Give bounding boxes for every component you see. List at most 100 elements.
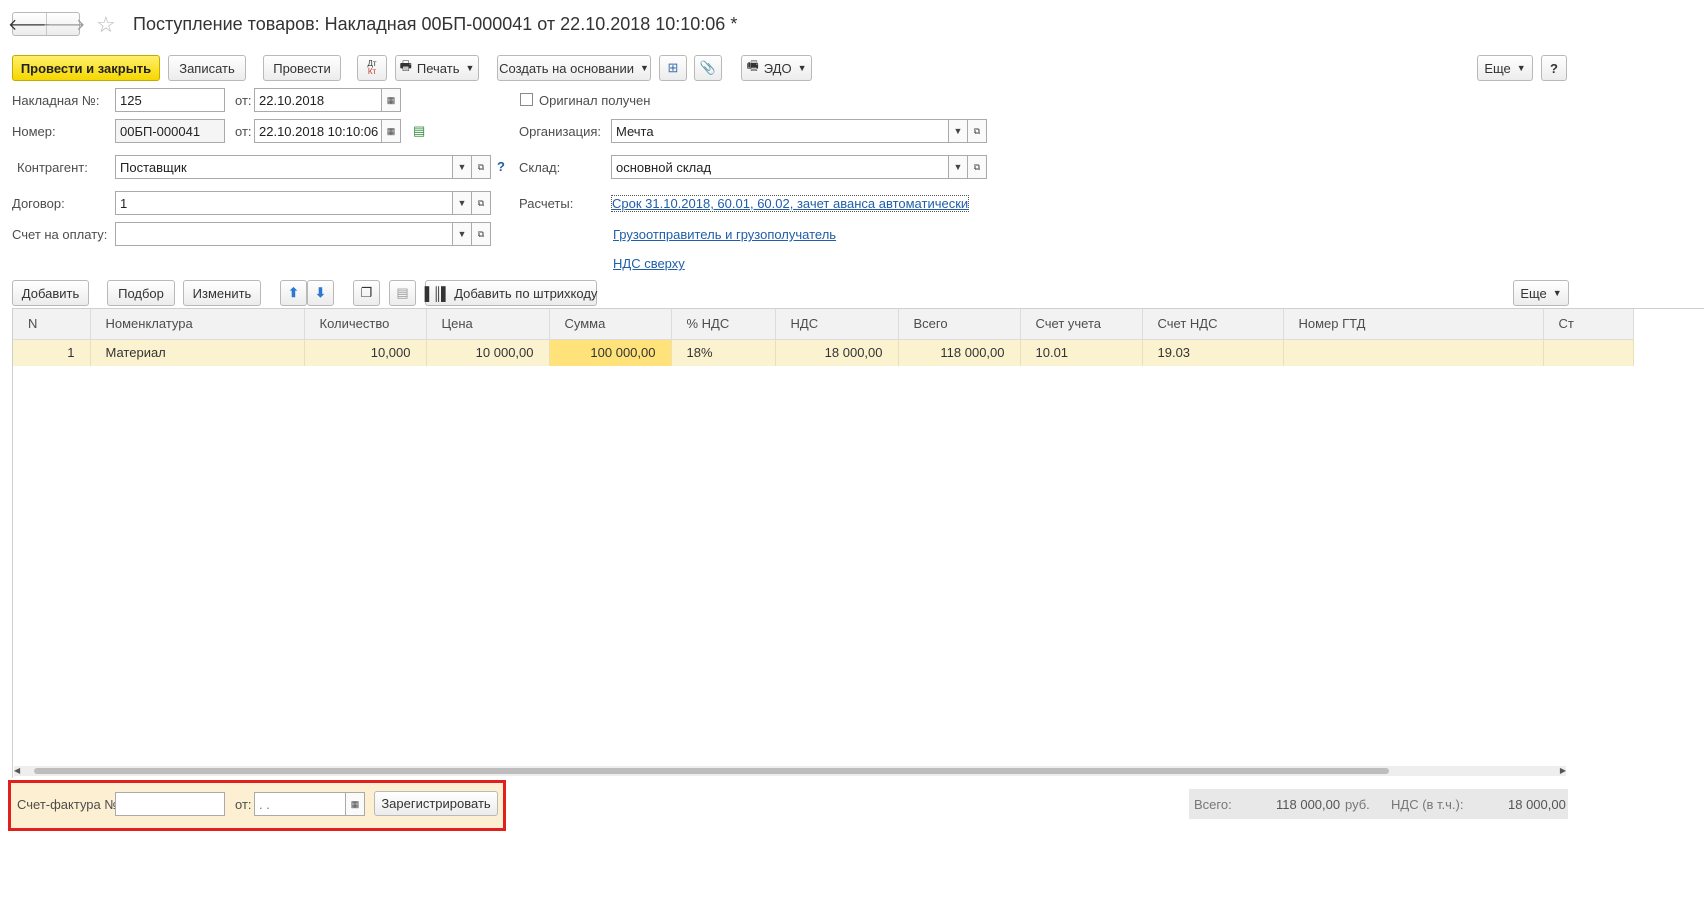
cell-vat[interactable]: 18 000,00	[775, 339, 899, 366]
footer-invoice-field[interactable]	[115, 792, 225, 816]
cell-total[interactable]: 118 000,00	[898, 339, 1021, 366]
register-button[interactable]: Зарегистрировать	[374, 791, 498, 816]
settlements-label: Расчеты:	[519, 196, 574, 211]
open-icon[interactable]: ⧉	[967, 155, 987, 179]
counterparty-label: Контрагент:	[17, 160, 88, 175]
number-date-label: от:	[235, 124, 252, 139]
save-button[interactable]: Записать	[168, 55, 246, 81]
copy-icon[interactable]: ❐	[353, 280, 380, 306]
calendar-icon[interactable]: ▦	[381, 88, 401, 112]
invoice-date-field[interactable]: 22.10.2018	[254, 88, 382, 112]
column-header[interactable]: Ст	[1543, 309, 1634, 340]
footer-date-field[interactable]: . .	[254, 792, 346, 816]
add-by-barcode-button[interactable]: ▌║▌ Добавить по штрихкоду	[425, 280, 597, 306]
open-icon[interactable]: ⧉	[967, 119, 987, 143]
column-header[interactable]: N	[13, 309, 91, 340]
chevron-down-icon[interactable]: ▼	[452, 222, 472, 246]
vat-on-top-link[interactable]: НДС сверху	[613, 256, 685, 271]
number-date-field[interactable]: 22.10.2018 10:10:06	[254, 119, 382, 143]
vat-total-value: 18 000,00	[1508, 797, 1566, 812]
cell-n[interactable]: 1	[13, 339, 91, 366]
table-more-button[interactable]: Еще ▼	[1513, 280, 1569, 306]
create-based-on-button[interactable]: Создать на основании ▼	[497, 55, 651, 81]
chevron-down-icon[interactable]: ▼	[948, 119, 968, 143]
help-question-icon[interactable]: ?	[497, 159, 505, 174]
payment-account-field[interactable]	[115, 222, 453, 246]
open-icon[interactable]: ⧉	[471, 155, 491, 179]
table-row[interactable]: 1 Материал 10,000 10 000,00 100 000,00 1…	[13, 339, 1634, 366]
payment-account-label: Счет на оплату:	[12, 227, 108, 242]
chevron-down-icon[interactable]: ▼	[452, 155, 472, 179]
forward-arrow-icon[interactable]: 🡒	[43, 13, 86, 35]
column-header[interactable]: Счет НДС	[1142, 309, 1284, 340]
edo-icon: 🖷	[746, 58, 759, 73]
select-button[interactable]: Подбор	[107, 280, 175, 306]
warehouse-field[interactable]: основной склад	[611, 155, 949, 179]
change-button[interactable]: Изменить	[183, 280, 261, 306]
column-header[interactable]: Номер ГТД	[1283, 309, 1544, 340]
chevron-down-icon: ▼	[1516, 63, 1526, 73]
paperclip-icon[interactable]: 📎	[694, 55, 722, 81]
chevron-down-icon: ▼	[1552, 288, 1562, 298]
number-label: Номер:	[12, 124, 56, 139]
paste-icon[interactable]: ▤	[389, 280, 416, 306]
cell-gtd-number[interactable]	[1283, 339, 1544, 366]
open-icon[interactable]: ⧉	[471, 191, 491, 215]
column-header[interactable]: Количество	[304, 309, 427, 340]
column-header[interactable]: Цена	[426, 309, 550, 340]
scroll-left-icon[interactable]: ◀	[14, 766, 20, 775]
add-row-button[interactable]: Добавить	[12, 280, 89, 306]
calendar-icon[interactable]: ▦	[345, 792, 365, 816]
shipper-link[interactable]: Грузоотправитель и грузополучатель	[613, 227, 836, 242]
comment-icon[interactable]: ▤	[413, 123, 425, 139]
total-currency: руб.	[1345, 797, 1370, 812]
print-button[interactable]: 🖶 Печать ▼	[395, 55, 479, 81]
invoice-number-field[interactable]: 125	[115, 88, 225, 112]
cell-item[interactable]: Материал	[90, 339, 305, 366]
post-and-close-button[interactable]: Провести и закрыть	[12, 55, 160, 81]
post-button[interactable]: Провести	[263, 55, 341, 81]
open-icon[interactable]: ⧉	[471, 222, 491, 246]
goods-table-container: N Номенклатура Количество Цена Сумма % Н…	[12, 308, 1704, 778]
window-title: Поступление товаров: Накладная 00БП-0000…	[133, 14, 738, 34]
help-button[interactable]: ?	[1541, 55, 1567, 81]
favorite-star-icon[interactable]: ☆	[96, 12, 116, 38]
column-header[interactable]: Всего	[898, 309, 1021, 340]
original-received-label: Оригинал получен	[539, 93, 651, 108]
original-received-checkbox[interactable]	[520, 93, 533, 106]
horizontal-scrollbar[interactable]: ◀ ▶	[14, 766, 1566, 776]
more-button[interactable]: Еще ▼	[1477, 55, 1533, 81]
structure-icon[interactable]: ⊞	[659, 55, 687, 81]
contract-field[interactable]: 1	[115, 191, 453, 215]
total-value: 118 000,00	[1276, 797, 1341, 812]
cell-price[interactable]: 10 000,00	[426, 339, 550, 366]
dt-kt-icon[interactable]: Дт Кт	[357, 55, 387, 81]
cell-account[interactable]: 10.01	[1020, 339, 1143, 366]
scrollbar-thumb[interactable]	[34, 768, 1389, 774]
column-header[interactable]: НДС	[775, 309, 899, 340]
cell-vat-rate[interactable]: 18%	[671, 339, 776, 366]
edo-button[interactable]: 🖷 ЭДО ▼	[741, 55, 812, 81]
cell-sum[interactable]: 100 000,00	[549, 339, 672, 366]
chevron-down-icon: ▼	[465, 63, 475, 73]
cell-quantity[interactable]: 10,000	[304, 339, 427, 366]
nav-buttons: 🡐 🡒	[8, 12, 86, 36]
chevron-down-icon[interactable]: ▼	[452, 191, 472, 215]
move-up-icon[interactable]: ⬆	[280, 280, 307, 306]
calendar-icon[interactable]: ▦	[381, 119, 401, 143]
move-down-icon[interactable]: ⬇	[307, 280, 334, 306]
cell-extra[interactable]	[1543, 339, 1634, 366]
settlements-link[interactable]: Срок 31.10.2018, 60.01, 60.02, зачет ава…	[610, 195, 970, 212]
column-header[interactable]: Счет учета	[1020, 309, 1143, 340]
chevron-down-icon[interactable]: ▼	[948, 155, 968, 179]
column-header[interactable]: Номенклатура	[90, 309, 305, 340]
column-header[interactable]: Сумма	[549, 309, 672, 340]
counterparty-field[interactable]: Поставщик	[115, 155, 453, 179]
organization-field[interactable]: Мечта	[611, 119, 949, 143]
printer-icon: 🖶	[399, 58, 412, 73]
column-header[interactable]: % НДС	[671, 309, 776, 340]
table-header-row: N Номенклатура Количество Цена Сумма % Н…	[13, 309, 1634, 340]
cell-vat-account[interactable]: 19.03	[1142, 339, 1284, 366]
invoice-date-label: от:	[235, 93, 252, 108]
scroll-right-icon[interactable]: ▶	[1560, 766, 1566, 775]
